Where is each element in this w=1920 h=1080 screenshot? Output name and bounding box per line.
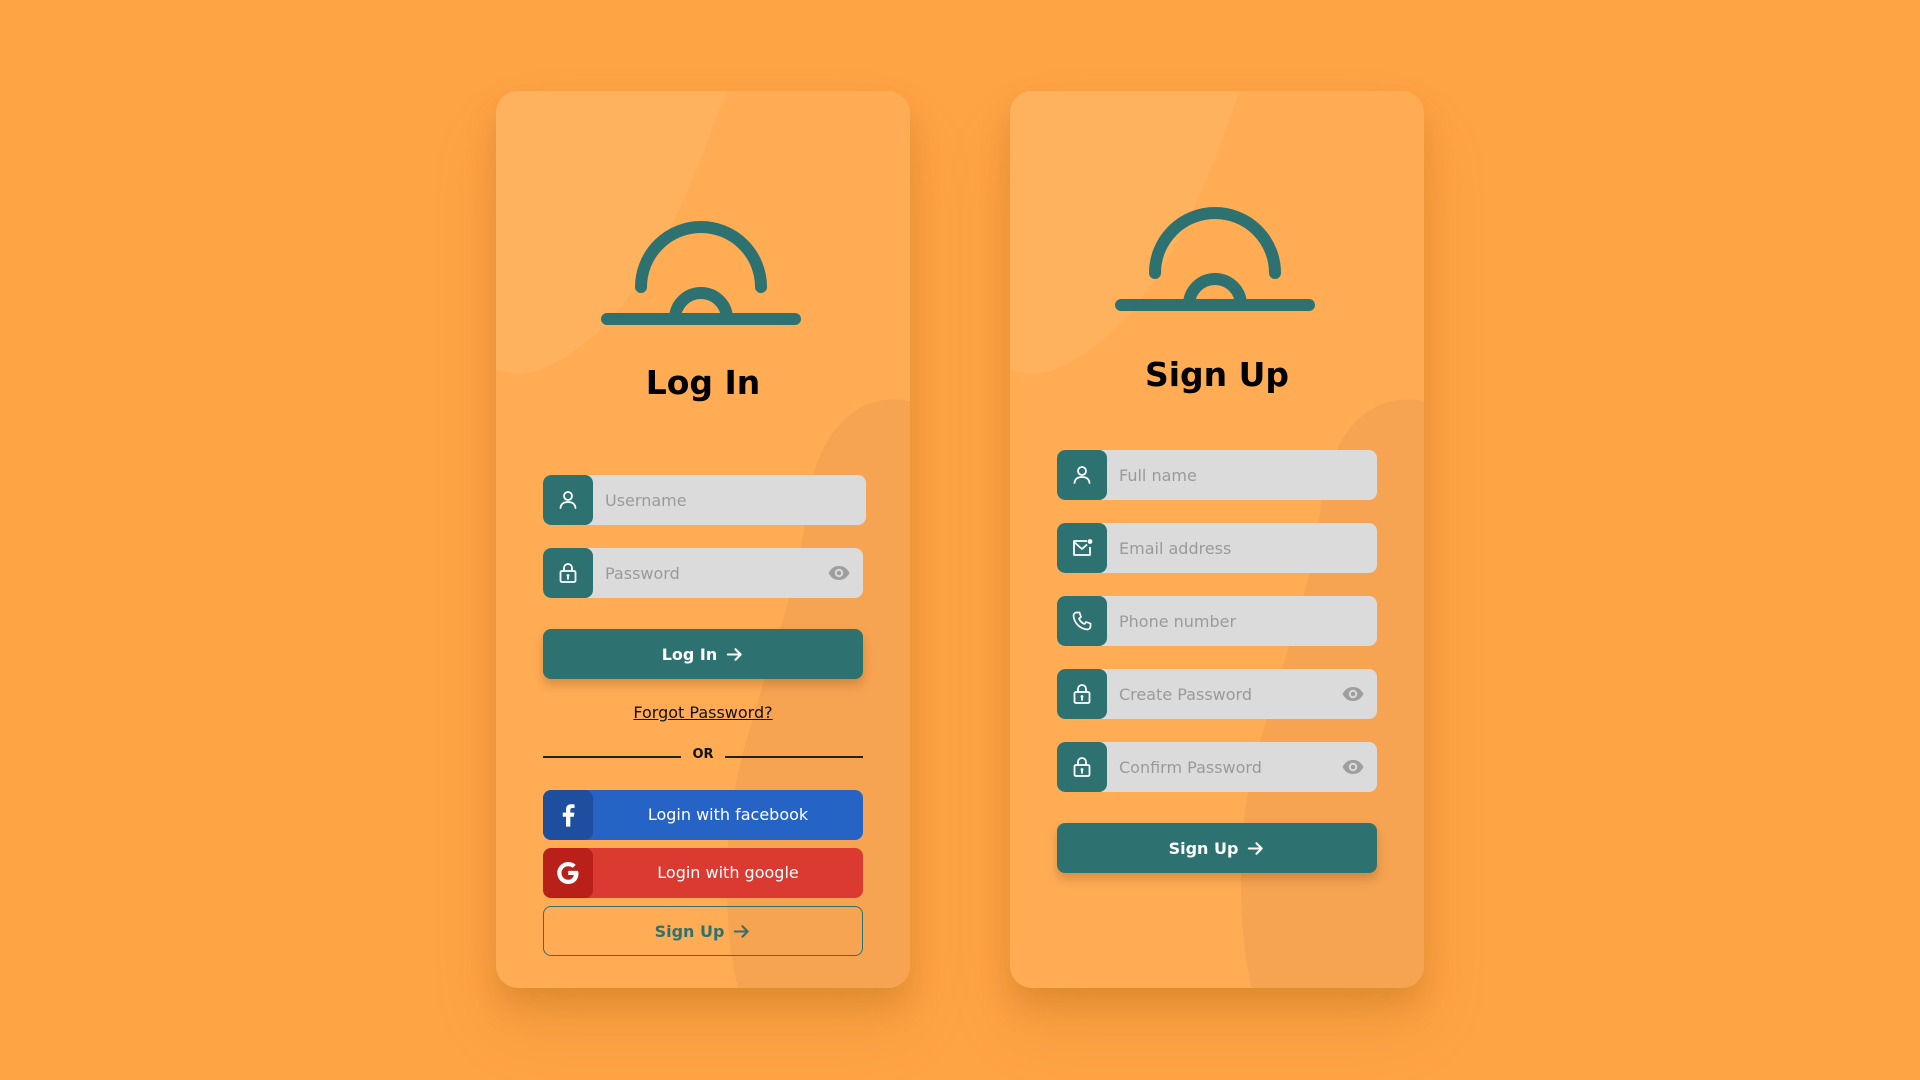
google-login-button[interactable]: Login with google: [543, 848, 863, 898]
facebook-login-button[interactable]: Login with facebook: [543, 790, 863, 840]
login-button-label: Log In: [661, 644, 718, 664]
lock-icon: [1057, 669, 1107, 719]
lock-icon: [1057, 742, 1107, 792]
arrow-right-icon: [725, 645, 744, 664]
lock-icon: [543, 548, 593, 598]
google-icon: [543, 848, 593, 898]
confirm-password-input[interactable]: [1119, 742, 1339, 792]
password-field[interactable]: [543, 548, 863, 598]
signup-button[interactable]: Sign Up: [1057, 823, 1377, 873]
eye-icon[interactable]: [1341, 755, 1365, 779]
phone-input[interactable]: [1119, 596, 1339, 646]
fullname-field[interactable]: [1057, 450, 1377, 500]
login-button[interactable]: Log In: [543, 629, 863, 679]
arrow-right-icon: [1246, 839, 1265, 858]
username-field[interactable]: [543, 475, 866, 525]
email-input[interactable]: [1119, 523, 1339, 573]
email-field[interactable]: [1057, 523, 1377, 573]
facebook-icon: [543, 790, 593, 840]
google-login-label: Login with google: [657, 863, 799, 882]
divider-line: [725, 756, 863, 758]
logo-icon: [601, 219, 801, 329]
eye-icon[interactable]: [1341, 682, 1365, 706]
username-input[interactable]: [605, 475, 825, 525]
user-icon: [543, 475, 593, 525]
facebook-login-label: Login with facebook: [647, 805, 809, 824]
page-title: Sign Up: [1144, 355, 1290, 394]
signup-button-label: Sign Up: [1168, 838, 1239, 858]
arrow-right-icon: [732, 922, 751, 941]
signup-card: Sign Up Sign Up: [1010, 91, 1424, 988]
create-password-input[interactable]: [1119, 669, 1339, 719]
forgot-password-link[interactable]: Forgot Password?: [496, 703, 910, 722]
phone-field[interactable]: [1057, 596, 1377, 646]
fullname-input[interactable]: [1119, 450, 1339, 500]
password-input[interactable]: [605, 548, 825, 598]
login-card: Log In Log In Forgot Password? OR Login …: [496, 91, 910, 988]
mail-icon: [1057, 523, 1107, 573]
signup-link-label: Sign Up: [654, 921, 725, 941]
page-title: Log In: [645, 363, 761, 402]
confirm-password-field[interactable]: [1057, 742, 1377, 792]
phone-icon: [1057, 596, 1107, 646]
signup-link-button[interactable]: Sign Up: [543, 906, 863, 956]
eye-icon[interactable]: [827, 561, 851, 585]
divider-label: OR: [692, 747, 714, 762]
logo-icon: [1115, 205, 1315, 315]
create-password-field[interactable]: [1057, 669, 1377, 719]
user-icon: [1057, 450, 1107, 500]
or-divider: OR: [543, 747, 863, 767]
